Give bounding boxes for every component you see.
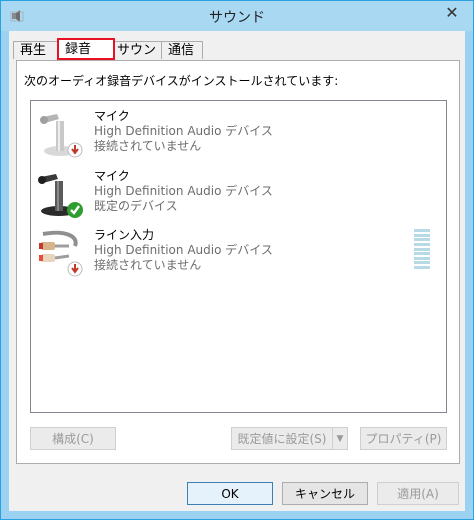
recording-panel: 次のオーディオ録音デバイスがインストールされています: マイク High Def… [16,60,460,464]
dialog-body: 再生 録音 サウンド 通信 次のオーディオ録音デバイスがインストールされています… [9,31,465,511]
list-item[interactable]: マイク High Definition Audio デバイス 接続されていません [35,105,435,161]
tab-recording[interactable]: 録音 [57,38,115,60]
instruction-text: 次のオーディオ録音デバイスがインストールされています: [24,74,339,88]
configure-button[interactable]: 構成(C) [30,427,116,450]
tab-playback[interactable]: 再生 [13,41,59,59]
line-in-cable-icon [39,230,83,277]
set-default-button[interactable]: 既定値に設定(S) [231,427,333,450]
tab-communications[interactable]: 通信 [161,41,203,59]
tab-strip: 再生 録音 サウンド 通信 [9,38,465,76]
input-level-meter [414,229,430,269]
properties-button[interactable]: プロパティ(P) [360,427,447,450]
device-status: 既定のデバイス [94,199,178,213]
apply-button[interactable]: 適用(A) [377,482,459,505]
microphone-icon [38,174,83,218]
device-status: 接続されていません [94,139,202,153]
title-bar: サウンド ✕ [1,1,473,31]
close-button[interactable]: ✕ [437,1,467,23]
chevron-down-icon: ▼ [336,433,344,444]
tab-sounds[interactable]: サウンド [113,41,163,76]
set-default-dropdown-arrow[interactable]: ▼ [332,427,348,450]
sound-dialog: サウンド ✕ 再生 録音 サウンド 通信 次のオーディオ録音デバイスがインストー… [0,0,474,520]
list-item[interactable]: マイク High Definition Audio デバイス 既定のデバイス [35,165,435,221]
cancel-button[interactable]: キャンセル [282,482,368,505]
ok-button[interactable]: OK [187,482,273,505]
device-list[interactable]: マイク High Definition Audio デバイス 接続されていません [30,100,447,413]
window-title: サウンド [209,10,265,26]
device-status: 接続されていません [94,258,202,272]
microphone-icon [40,114,83,158]
close-icon: ✕ [445,2,459,22]
list-item[interactable]: ライン入力 High Definition Audio デバイス 接続されていま… [35,224,435,280]
